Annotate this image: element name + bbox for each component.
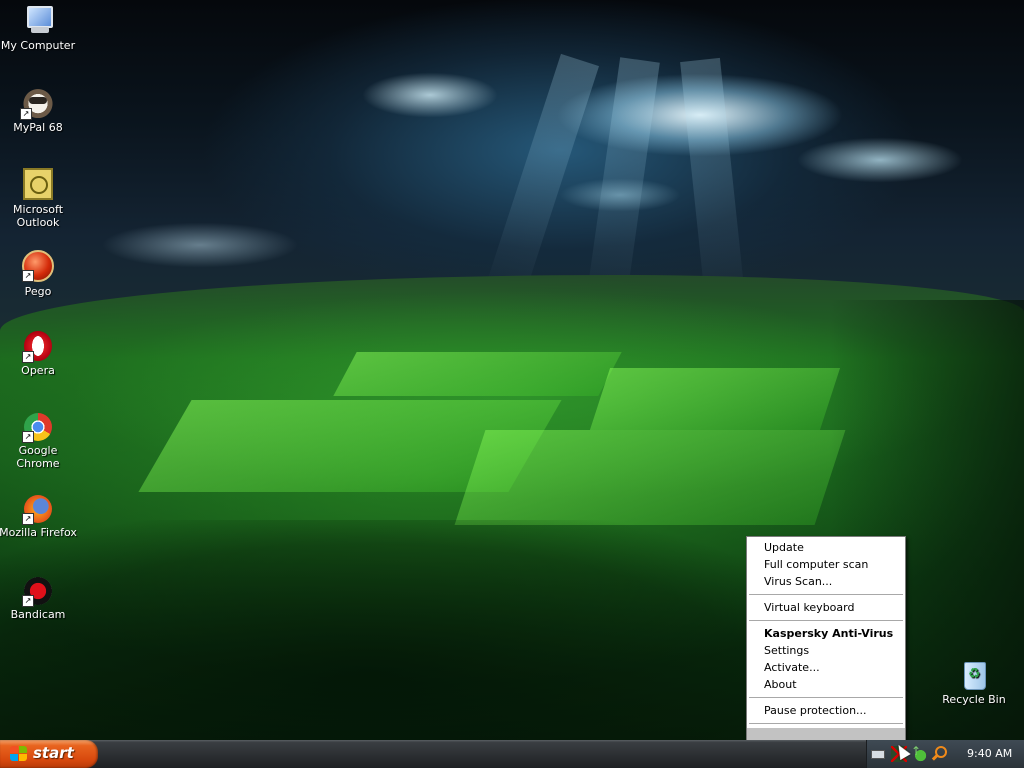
shortcut-arrow-icon: ↗ (22, 513, 34, 525)
menu-item-kaspersky[interactable]: Kaspersky Anti-Virus (747, 625, 905, 642)
menu-item-pause-protection[interactable]: Pause protection... (747, 702, 905, 719)
menu-item-about[interactable]: About (747, 676, 905, 693)
shortcut-arrow-icon: ↗ (22, 595, 34, 607)
desktop-icon-pego[interactable]: ↗ Pego (0, 250, 79, 298)
menu-item-update[interactable]: Update (747, 539, 905, 556)
system-tray: 9:40 AM (866, 740, 1024, 768)
outlook-icon (23, 168, 53, 200)
shortcut-arrow-icon: ↗ (22, 351, 34, 363)
wallpaper-shadow (0, 520, 820, 740)
chrome-icon: ↗ (22, 413, 52, 443)
desktop-icon-label: Pego (24, 285, 52, 298)
desktop-icon-label: Bandicam (10, 608, 66, 621)
menu-separator (749, 697, 903, 698)
network-icon[interactable] (911, 744, 927, 762)
logo-pane (454, 430, 846, 525)
kaspersky-context-menu: Update Full computer scan Virus Scan... … (746, 536, 906, 748)
menu-item-settings[interactable]: Settings (747, 642, 905, 659)
menu-item-virus-scan[interactable]: Virus Scan... (747, 573, 905, 590)
shortcut-arrow-icon: ↗ (22, 431, 34, 443)
clock[interactable]: 9:40 AM (967, 747, 1012, 760)
shortcut-arrow-icon: ↗ (22, 270, 34, 282)
opera-icon: ↗ (22, 331, 52, 363)
desktop-icon-label: Microsoft Outlook (12, 203, 64, 229)
desktop-icon-label: MyPal 68 (13, 121, 63, 134)
menu-separator (749, 723, 903, 724)
start-button[interactable]: start (0, 740, 98, 768)
shortcut-arrow-icon: ↗ (20, 108, 32, 120)
menu-item-virtual-keyboard[interactable]: Virtual keyboard (747, 599, 905, 616)
logo-pane (589, 368, 841, 430)
recycle-bin-icon (958, 658, 990, 690)
desktop-icon-label: Recycle Bin (942, 693, 1006, 706)
menu-item-activate[interactable]: Activate... (747, 659, 905, 676)
mypal-icon: ↗ (20, 86, 54, 120)
desktop-icon-bandicam[interactable]: ↗ Bandicam (0, 577, 79, 621)
pego-icon: ↗ (22, 250, 54, 282)
desktop-icon-label: Google Chrome (16, 444, 60, 470)
desktop-icon-my-computer[interactable]: My Computer (0, 4, 79, 52)
bandicam-icon: ↗ (22, 577, 52, 607)
logo-pane (333, 352, 622, 396)
desktop-icon-recycle-bin[interactable]: Recycle Bin (933, 658, 1015, 706)
desktop-icon-label: Opera (21, 364, 55, 377)
menu-separator (749, 594, 903, 595)
desktop-icon-chrome[interactable]: ↗ Google Chrome (0, 413, 79, 470)
desktop-icon-firefox[interactable]: ↗ Mozilla Firefox (0, 495, 79, 539)
desktop-icon-outlook[interactable]: Microsoft Outlook (0, 168, 79, 229)
desktop-icon-label: Mozilla Firefox (0, 526, 77, 539)
firefox-icon: ↗ (22, 495, 52, 525)
menu-separator (749, 620, 903, 621)
keyboard-icon[interactable] (871, 750, 885, 759)
computer-icon (22, 4, 54, 36)
desktop-icon-label: My Computer (0, 39, 76, 52)
desktop-icon-mypal[interactable]: ↗ MyPal 68 (0, 86, 79, 134)
menu-item-full-scan[interactable]: Full computer scan (747, 556, 905, 573)
start-label: start (33, 744, 74, 762)
taskbar: start 9:40 AM (0, 740, 1024, 768)
desktop-icon-opera[interactable]: ↗ Opera (0, 331, 79, 377)
windows-flag-icon (10, 746, 28, 762)
search-icon[interactable] (931, 746, 947, 762)
